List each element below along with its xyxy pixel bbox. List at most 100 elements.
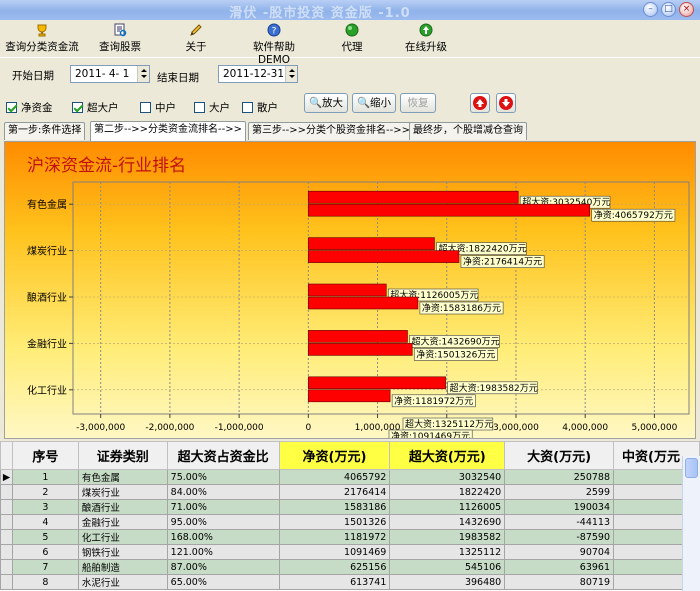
end-date-picker[interactable]: 2011-12-31: [218, 65, 298, 83]
start-date-picker[interactable]: 2011- 4- 1: [70, 65, 150, 83]
checkbox-super-large[interactable]: 超大户: [72, 100, 119, 115]
table-cell: 船舶制造: [77, 559, 168, 575]
zoom-out-label: 缩小: [370, 97, 392, 109]
spin-icon[interactable]: [285, 66, 297, 82]
table-cell: 250788: [504, 469, 615, 485]
checkbox-box[interactable]: [194, 102, 205, 113]
row-indicator[interactable]: [0, 544, 13, 560]
tab-step2[interactable]: 第二步-->>分类资金流排名-->>: [90, 121, 246, 141]
row-indicator[interactable]: [0, 499, 13, 515]
arrow-down-icon: [499, 96, 513, 110]
category-label: 化工行业: [27, 384, 67, 397]
table-row[interactable]: ▶ 1 有色金属 75.00% 4065792 3032540 250788: [0, 469, 700, 485]
table-cell: 2599: [504, 484, 615, 500]
table-row[interactable]: 8 水泥行业 65.00% 613741 396480 80719: [0, 574, 700, 590]
header-cell[interactable]: 证券类别: [77, 441, 168, 470]
zoom-in-button[interactable]: 🔍放大: [304, 93, 348, 113]
tab-step3[interactable]: 第三步-->>分类个股资金排名-->>: [248, 122, 414, 140]
checkbox-medium[interactable]: 中户: [140, 100, 176, 115]
table-row[interactable]: 2 煤炭行业 84.00% 2176414 1822420 2599: [0, 484, 700, 500]
toolbar-label: 代理: [341, 41, 363, 53]
table-cell: 8: [11, 574, 79, 590]
checkbox-large[interactable]: 大户: [194, 100, 230, 115]
step-tabs: 第一步:条件选择 第二步-->>分类资金流排名-->> 第三步-->>分类个股资…: [0, 121, 700, 141]
table-row[interactable]: 5 化工行业 168.00% 1181972 1983582 -87590: [0, 529, 700, 545]
header-indicator: [0, 441, 13, 470]
maximize-button[interactable]: □: [661, 2, 676, 17]
table-cell: 1325112: [389, 544, 506, 560]
checkbox-box[interactable]: [72, 102, 83, 113]
table-row[interactable]: 4 金融行业 95.00% 1501326 1432690 -44113: [0, 514, 700, 530]
bar: [308, 283, 387, 297]
data-label: 净资:2176414万元: [463, 256, 542, 268]
table-cell: -87590: [504, 529, 615, 545]
query-category-flow-button[interactable]: 查询分类资金流: [4, 20, 80, 58]
bar: [308, 376, 446, 390]
table-cell: 1: [11, 469, 79, 485]
header-cell[interactable]: 净资(万元): [278, 441, 391, 470]
online-upgrade-button[interactable]: 在线升级: [400, 20, 452, 58]
end-date-label: 结束日期: [157, 72, 199, 84]
header-cell[interactable]: 大资(万元): [504, 441, 615, 470]
about-button[interactable]: 关于: [178, 20, 214, 58]
industry-ranking-chart: 沪深资金流-行业排名 -3,000,000 -2,000,000 -1,000,000…: [27, 156, 690, 438]
table-cell: 71.00%: [166, 499, 280, 515]
checkbox-retail[interactable]: 散户: [242, 100, 278, 115]
move-down-button[interactable]: [496, 93, 516, 113]
agent-icon: [345, 23, 359, 37]
checkbox-net-funds[interactable]: 净资金: [6, 100, 53, 115]
table-cell: 5: [11, 529, 79, 545]
x-tick-label: -2,000,000: [145, 423, 194, 433]
table-cell: 63961: [504, 559, 615, 575]
toolbar-label: 查询股票: [99, 41, 141, 53]
help-demo-button[interactable]: ? 软件帮助DEMO: [240, 20, 308, 66]
header-cell[interactable]: 超大资(万元): [389, 441, 506, 470]
vertical-scrollbar[interactable]: [682, 456, 700, 591]
checkbox-box[interactable]: [242, 102, 253, 113]
table-row[interactable]: 6 钢铁行业 121.00% 1091469 1325112 90704: [0, 544, 700, 560]
tab-step1[interactable]: 第一步:条件选择: [4, 122, 86, 140]
table-cell: 168.00%: [166, 529, 280, 545]
table-cell: 水泥行业: [77, 574, 168, 590]
checkbox-box[interactable]: [6, 102, 17, 113]
move-up-button[interactable]: [470, 93, 490, 113]
data-label: 净资:4065792万元: [594, 209, 673, 221]
row-indicator[interactable]: [0, 559, 13, 575]
category-label: 金融行业: [27, 337, 67, 350]
agent-button[interactable]: 代理: [334, 20, 370, 58]
row-pointer-icon[interactable]: ▶: [0, 469, 13, 485]
checkbox-label: 散户: [257, 102, 278, 114]
scrollbar-thumb[interactable]: [685, 458, 698, 478]
table-cell: 1091469: [278, 544, 391, 560]
category-label: 煤炭行业: [27, 245, 67, 258]
query-icon: [114, 23, 127, 37]
checkbox-label: 净资金: [21, 102, 53, 114]
checkbox-label: 超大户: [87, 102, 119, 114]
query-stock-button[interactable]: 查询股票: [94, 20, 146, 58]
checkbox-box[interactable]: [140, 102, 151, 113]
table-row[interactable]: 7 船舶制造 87.00% 625156 545106 63961: [0, 559, 700, 575]
x-tick-label: 3,000,000: [493, 423, 539, 433]
header-cell[interactable]: 序号: [11, 441, 79, 470]
tab-final-step[interactable]: 最终步，个股增减仓查询: [409, 122, 527, 140]
row-indicator[interactable]: [0, 484, 13, 500]
table-cell: 煤炭行业: [77, 484, 168, 500]
table-cell: 酿酒行业: [77, 499, 168, 515]
close-button[interactable]: ×: [679, 2, 694, 17]
row-indicator[interactable]: [0, 514, 13, 530]
restore-button[interactable]: 恢复: [400, 93, 436, 113]
spin-icon[interactable]: [137, 66, 149, 82]
table-row[interactable]: 3 酿酒行业 71.00% 1583186 1126005 190034: [0, 499, 700, 515]
minimize-button[interactable]: –: [643, 2, 658, 17]
help-icon: ?: [267, 23, 281, 37]
zoom-out-button[interactable]: 🔍缩小: [352, 93, 396, 113]
table-cell: 65.00%: [166, 574, 280, 590]
pencil-icon: [190, 24, 202, 36]
header-cell[interactable]: 超大资占资金比: [166, 441, 280, 470]
row-indicator[interactable]: [0, 529, 13, 545]
row-indicator[interactable]: [0, 574, 13, 590]
bar: [308, 237, 435, 250]
svg-text:?: ?: [272, 27, 277, 37]
table-header-row: 序号 证券类别 超大资占资金比 净资(万元) 超大资(万元) 大资(万元) 中资…: [0, 441, 700, 470]
toolbar-label: 关于: [185, 41, 207, 53]
